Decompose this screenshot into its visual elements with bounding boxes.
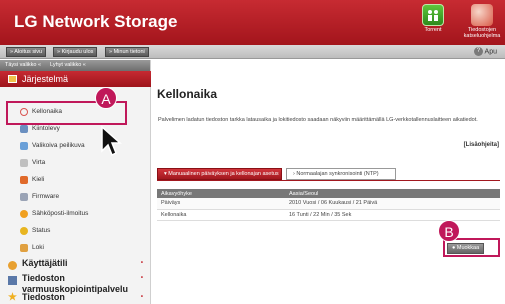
- sidebar-item-label: Virta: [32, 159, 46, 166]
- expand-mark: •: [140, 294, 143, 300]
- sidebar-item-email[interactable]: Sähköposti-ilmoitus: [0, 206, 151, 222]
- expand-mark: •: [140, 260, 143, 266]
- star-icon: ★: [8, 292, 17, 303]
- sidebar-section-system[interactable]: Järjestelmä: [0, 71, 151, 87]
- more-help-link[interactable]: [Lisäohjeita]: [464, 142, 499, 148]
- file-viewer-label: Tiedostojen katseluohjelma: [463, 27, 501, 39]
- page-description: Palvelimen ladatun tiedoston tarkka lata…: [158, 117, 478, 123]
- my-info-button[interactable]: » Minun tietoni: [105, 47, 149, 57]
- sidebar-item-label: Sähköposti-ilmoitus: [32, 210, 89, 217]
- main-content: Kellonaika Palvelimen ladatun tiedoston …: [152, 60, 505, 304]
- sidebar-tabs: Täysi valikko « Lyhyt valikko «: [0, 60, 150, 71]
- help-icon: ?: [473, 47, 483, 56]
- sidebar-item-loki[interactable]: Loki: [0, 240, 151, 256]
- file-viewer-app-button[interactable]: Tiedostojen katseluohjelma: [460, 4, 504, 39]
- power-icon: [20, 159, 28, 167]
- log-icon: [20, 244, 28, 252]
- table-cell: Kellonaika: [157, 209, 285, 221]
- tab-manual-time[interactable]: ▾ Manuaalinen päiväyksen ja kellonajan a…: [157, 168, 282, 180]
- callout-a-badge: A: [95, 87, 117, 109]
- status-icon: [20, 227, 28, 235]
- table-cell: 2010 Vuosi / 06 Kuukausi / 21 Päivä: [285, 198, 500, 210]
- tab-label: Manuaalinen päiväyksen ja kellonajan ase…: [168, 171, 279, 177]
- backup-icon: [8, 276, 17, 285]
- table-row: Päiväys 2010 Vuosi / 06 Kuukausi / 21 Pä…: [157, 198, 500, 210]
- tab-full-menu[interactable]: Täysi valikko «: [5, 62, 41, 68]
- sidebar-item-label: Loki: [32, 244, 44, 251]
- sidebar-item-status[interactable]: Status: [0, 223, 151, 239]
- tab-ntp[interactable]: › Normaalajan synkronisointi (NTP): [286, 168, 396, 180]
- sidebar-item-mirror[interactable]: Valikoiva peilikuva: [0, 138, 151, 154]
- sidebar-item-label: Kiintolevy: [32, 125, 60, 132]
- email-icon: [20, 210, 28, 218]
- sidebar-item-kieli[interactable]: Kieli: [0, 172, 151, 188]
- table-header: Aikavyöhyke: [157, 189, 285, 198]
- section-label: Tiedoston: [22, 292, 65, 302]
- tab-label: Normaalajan synkronisointi (NTP): [296, 171, 379, 177]
- app-header: LG Network Storage Torrent Tiedostojen k…: [0, 0, 505, 45]
- tab-short-menu[interactable]: Lyhyt valikko «: [50, 62, 86, 68]
- file-viewer-icon: [471, 4, 493, 26]
- sidebar: Täysi valikko « Lyhyt valikko « Järjeste…: [0, 60, 151, 304]
- sidebar-item-label: Status: [32, 227, 51, 234]
- brand-title: LG Network Storage: [14, 12, 178, 31]
- torrent-label: Torrent: [424, 27, 442, 33]
- page-title: Kellonaika: [157, 87, 218, 101]
- mirror-icon: [20, 142, 28, 150]
- table-cell: Päiväys: [157, 198, 285, 210]
- expand-mark: •: [140, 275, 143, 281]
- torrent-icon: [422, 4, 444, 26]
- section-label: Käyttäjätili: [22, 258, 68, 268]
- callout-b-badge: B: [438, 220, 460, 242]
- sidebar-item-virta[interactable]: Virta: [0, 155, 151, 171]
- table-header-row: Aikavyöhyke Aasia/Seoul: [157, 189, 500, 198]
- table-cell: 16 Tunti / 22 Min / 35 Sek: [285, 209, 500, 221]
- table-row: Kellonaika 16 Tunti / 22 Min / 35 Sek: [157, 209, 500, 221]
- sidebar-section-users[interactable]: Käyttäjätili •: [0, 258, 151, 270]
- users-icon: [8, 261, 17, 270]
- time-settings-table: Aikavyöhyke Aasia/Seoul Päiväys 2010 Vuo…: [157, 189, 500, 221]
- sidebar-item-label: Firmware: [32, 193, 60, 200]
- sidebar-item-label: Valikoiva peilikuva: [32, 142, 85, 149]
- top-toolbar: » Aloitus sivu » Kirjaudu ulos » Minun t…: [0, 45, 505, 59]
- torrent-app-button[interactable]: Torrent: [413, 4, 453, 33]
- mouse-cursor-icon: [100, 125, 122, 162]
- system-icon: [8, 75, 17, 83]
- disk-icon: [20, 125, 28, 133]
- table-header: Aasia/Seoul: [285, 189, 500, 198]
- help-link[interactable]: ? Apu: [473, 47, 497, 56]
- sidebar-section-tiedoston[interactable]: ★ Tiedoston •: [0, 292, 151, 303]
- firmware-icon: [20, 193, 28, 201]
- home-button[interactable]: » Aloitus sivu: [6, 47, 47, 57]
- help-label: Apu: [484, 48, 497, 56]
- tab-underline: [157, 180, 500, 181]
- section-label: Järjestelmä: [22, 74, 69, 84]
- language-icon: [20, 176, 28, 184]
- logout-button[interactable]: » Kirjaudu ulos: [53, 47, 98, 57]
- sidebar-item-label: Kieli: [32, 176, 45, 183]
- sidebar-item-firmware[interactable]: Firmware: [0, 189, 151, 205]
